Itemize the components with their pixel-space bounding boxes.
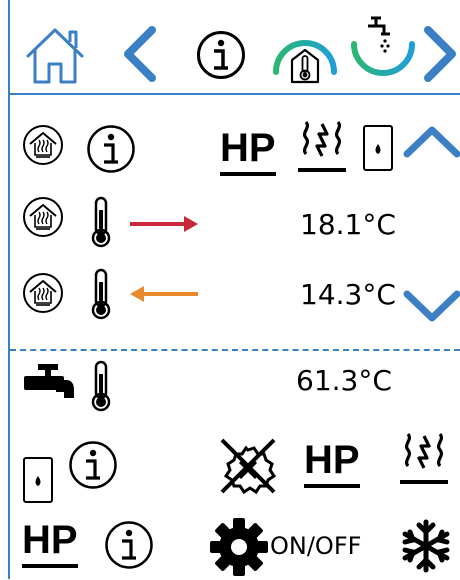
heating-gauge-button[interactable] [270,24,340,88]
info-icon [87,125,135,173]
chevron-right-icon [424,26,456,82]
thermometer-icon [90,196,112,252]
hot-water-temperature-value: 61.3°C [296,364,392,397]
water-tank-icon [22,456,54,508]
electric-heater-icon [296,120,348,180]
flow-temperature-value: 18.1°C [300,208,396,241]
electric-heater-icon [398,432,450,492]
heating-circuit-icon [22,272,64,318]
return-temperature-value: 14.3°C [300,278,396,311]
anti-legionella-icon [218,436,278,500]
snowflake-icon [402,519,450,573]
cooling-button[interactable] [398,518,454,574]
heat-pump-label: HP [22,518,78,568]
info-icon [69,441,117,489]
thermometer-icon [90,360,112,416]
home-button[interactable] [22,22,88,86]
back-button[interactable] [118,26,160,82]
info-icon [105,521,153,569]
heating-temperature-gauge-icon [273,40,337,84]
hot-water-gauge-button[interactable] [346,14,418,88]
header-info-button[interactable] [196,30,246,80]
tap-icon [22,362,78,412]
next-button[interactable] [420,26,460,82]
hot-water-gauge-icon [351,16,415,76]
chevron-up-icon [403,126,460,158]
return-arrow-icon [128,284,200,308]
on-off-button[interactable]: ON/OFF [270,532,361,560]
settings-button[interactable] [210,518,268,576]
gear-icon [210,518,268,576]
scroll-down-button[interactable] [402,286,460,326]
hot-water-hp-label: HP [304,438,360,488]
scroll-up-button[interactable] [402,122,460,162]
heating-hp-label: HP [220,126,276,176]
thermometer-icon [90,268,112,324]
heating-circuit-icon [22,124,64,170]
heating-circuit-icon [22,196,64,242]
info-icon [197,31,245,79]
heat-pump-info-button[interactable] [104,520,154,570]
chevron-down-icon [403,290,460,322]
water-tank-icon [362,124,394,176]
heating-info-button[interactable] [86,124,136,174]
home-icon [26,28,84,84]
flow-arrow-icon [128,214,200,238]
hot-water-info-button[interactable] [68,440,118,490]
chevron-left-icon [124,26,156,82]
header-divider [10,93,460,95]
section-divider [10,349,460,351]
